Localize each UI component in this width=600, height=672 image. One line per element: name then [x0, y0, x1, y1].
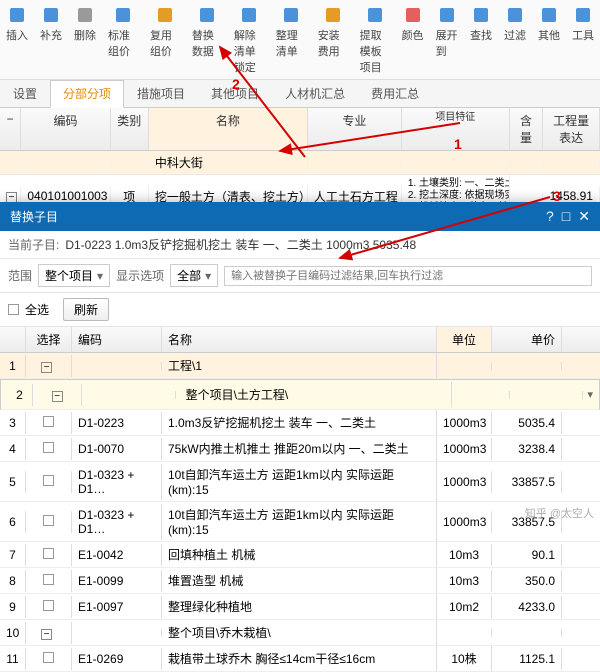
filter-row: 范围 整个项目 显示选项 全部: [0, 259, 600, 293]
ribbon-安装费用[interactable]: 安装费用: [312, 2, 354, 77]
mcol-code[interactable]: 编码: [72, 327, 162, 352]
ribbon-icon: [538, 4, 560, 26]
row-checkbox[interactable]: [43, 442, 54, 453]
ribbon-标准组价[interactable]: 标准组价: [102, 2, 144, 77]
ribbon-解除[interactable]: 解除清单锁定: [228, 2, 270, 77]
row-checkbox[interactable]: [43, 475, 54, 486]
ribbon-复用组价[interactable]: 复用组价: [144, 2, 186, 77]
col-code[interactable]: 编码: [21, 108, 110, 150]
row-checkbox[interactable]: [43, 600, 54, 611]
selectall-checkbox[interactable]: [8, 304, 19, 315]
col-name[interactable]: 名称: [149, 108, 308, 150]
tab-0[interactable]: 分部分项: [50, 80, 124, 108]
maximize-icon[interactable]: □: [562, 208, 570, 225]
col-type[interactable]: 类别: [111, 108, 149, 150]
grid-header: − 编码 类别 名称 专业 项目特征 含量 工程量表达: [0, 108, 600, 151]
ribbon-icon: [402, 4, 424, 26]
mcol-price[interactable]: 单价: [492, 327, 562, 352]
list-item[interactable]: 6D1-0323 + D1…10t自卸汽车运土方 运距1km以内 实际运距(km…: [0, 502, 600, 542]
list-item[interactable]: 11E1-0269栽植带土球乔木 胸径≤14cm干径≤16cm10株1125.1: [0, 646, 600, 672]
modal-grid-header: 选择 编码 名称 单位 单价: [0, 327, 600, 353]
ribbon-展开到[interactable]: 展开到: [430, 2, 464, 77]
dialog-title: 替换子目: [10, 208, 58, 225]
ribbon-整理清单[interactable]: 整理清单: [270, 2, 312, 77]
current-label: 当前子目:: [8, 236, 59, 253]
ribbon-icon: [504, 4, 526, 26]
mcol-name[interactable]: 名称: [162, 327, 437, 352]
ribbon-icon: [40, 4, 62, 26]
scope-select[interactable]: 整个项目: [38, 264, 110, 287]
col-expr[interactable]: 工程量表达: [543, 108, 600, 150]
ribbon-icon: [280, 4, 302, 26]
table-row[interactable]: 中科大街: [0, 151, 600, 175]
label-2: 2: [232, 76, 240, 92]
tab-settings[interactable]: 设置: [0, 80, 50, 107]
ribbon-icon: [238, 4, 260, 26]
watermark: 知乎 @太空人: [525, 505, 594, 521]
main-tabs: 设置 分部分项措施项目其他项目人材机汇总费用汇总: [0, 80, 600, 108]
row-checkbox[interactable]: [43, 652, 54, 663]
ribbon-删除[interactable]: 删除: [68, 2, 102, 77]
ribbon-插入[interactable]: 插入: [0, 2, 34, 77]
help-icon[interactable]: ?: [546, 208, 554, 225]
ribbon-icon: [470, 4, 492, 26]
ribbon-补充[interactable]: 补充: [34, 2, 68, 77]
ribbon-icon: [6, 4, 28, 26]
ribbon-icon: [112, 4, 134, 26]
list-item[interactable]: 2−整个项目\土方工程\: [0, 379, 600, 410]
tab-3[interactable]: 人材机汇总: [272, 80, 358, 107]
show-select[interactable]: 全部: [170, 264, 218, 287]
list-item[interactable]: 4D1-007075kW内推土机推土 推距20m以内 一、二类土1000m332…: [0, 436, 600, 462]
row-checkbox[interactable]: [43, 416, 54, 427]
modal-grid-body: 1−工程\12−整个项目\土方工程\3D1-02231.0m3反铲挖掘机挖土 装…: [0, 353, 600, 672]
ribbon-icon: [154, 4, 176, 26]
ribbon-颜色[interactable]: 颜色: [396, 2, 430, 77]
ribbon-其他[interactable]: 其他: [532, 2, 566, 77]
mcol-unit[interactable]: 单位: [437, 327, 492, 352]
current-item-row: 当前子目: D1-0223 1.0m3反铲挖掘机挖土 装车 一、二类土 1000…: [0, 231, 600, 259]
ribbon-icon: [322, 4, 344, 26]
ribbon-icon: [74, 4, 96, 26]
mcol-select[interactable]: 选择: [26, 327, 72, 352]
list-item[interactable]: 1−工程\1: [0, 353, 600, 379]
ribbon-工具[interactable]: 工具: [566, 2, 600, 77]
row-checkbox[interactable]: [43, 548, 54, 559]
show-label: 显示选项: [116, 267, 164, 284]
row-checkbox[interactable]: [43, 574, 54, 585]
label-1: 1: [454, 136, 462, 152]
ribbon-toolbar: 插入补充删除标准组价复用组价替换数据解除清单锁定整理清单安装费用提取模板项目颜色…: [0, 0, 600, 80]
ribbon-查找[interactable]: 查找: [464, 2, 498, 77]
list-item[interactable]: 10−整个项目\乔木栽植\: [0, 620, 600, 646]
close-icon[interactable]: ✕: [578, 208, 590, 225]
list-item[interactable]: 9E1-0097整理绿化种植地10m24233.0: [0, 594, 600, 620]
tab-4[interactable]: 费用汇总: [358, 80, 432, 107]
list-item[interactable]: 8E1-0099堆置造型 机械10m3350.0: [0, 568, 600, 594]
col-qty[interactable]: 含量: [510, 108, 543, 150]
col-expand[interactable]: −: [0, 108, 21, 150]
refresh-button[interactable]: 刷新: [63, 298, 109, 321]
ribbon-替换数据[interactable]: 替换数据: [186, 2, 228, 77]
action-row: 全选 刷新: [0, 293, 600, 327]
ribbon-提取[interactable]: 提取模板项目: [354, 2, 396, 77]
tab-1[interactable]: 措施项目: [124, 80, 198, 107]
scope-label: 范围: [8, 267, 32, 284]
replace-dialog: 替换子目 ? □ ✕ 当前子目: D1-0223 1.0m3反铲挖掘机挖土 装车…: [0, 202, 600, 672]
list-item[interactable]: 3D1-02231.0m3反铲挖掘机挖土 装车 一、二类土1000m35035.…: [0, 410, 600, 436]
current-value: D1-0223 1.0m3反铲挖掘机挖土 装车 一、二类土 1000m3 503…: [65, 236, 416, 253]
selectall-label: 全选: [25, 301, 49, 318]
ribbon-icon: [364, 4, 386, 26]
list-item[interactable]: 5D1-0323 + D1…10t自卸汽车运土方 运距1km以内 实际运距(km…: [0, 462, 600, 502]
label-3: 3: [553, 188, 561, 204]
list-item[interactable]: 7E1-0042回填种植土 机械10m390.1: [0, 542, 600, 568]
row-checkbox[interactable]: [43, 515, 54, 526]
ribbon-icon: [572, 4, 594, 26]
search-input[interactable]: [224, 266, 592, 286]
col-spec[interactable]: 专业: [308, 108, 402, 150]
ribbon-icon: [436, 4, 458, 26]
dialog-titlebar[interactable]: 替换子目 ? □ ✕: [0, 202, 600, 231]
ribbon-过滤[interactable]: 过滤: [498, 2, 532, 77]
ribbon-icon: [196, 4, 218, 26]
